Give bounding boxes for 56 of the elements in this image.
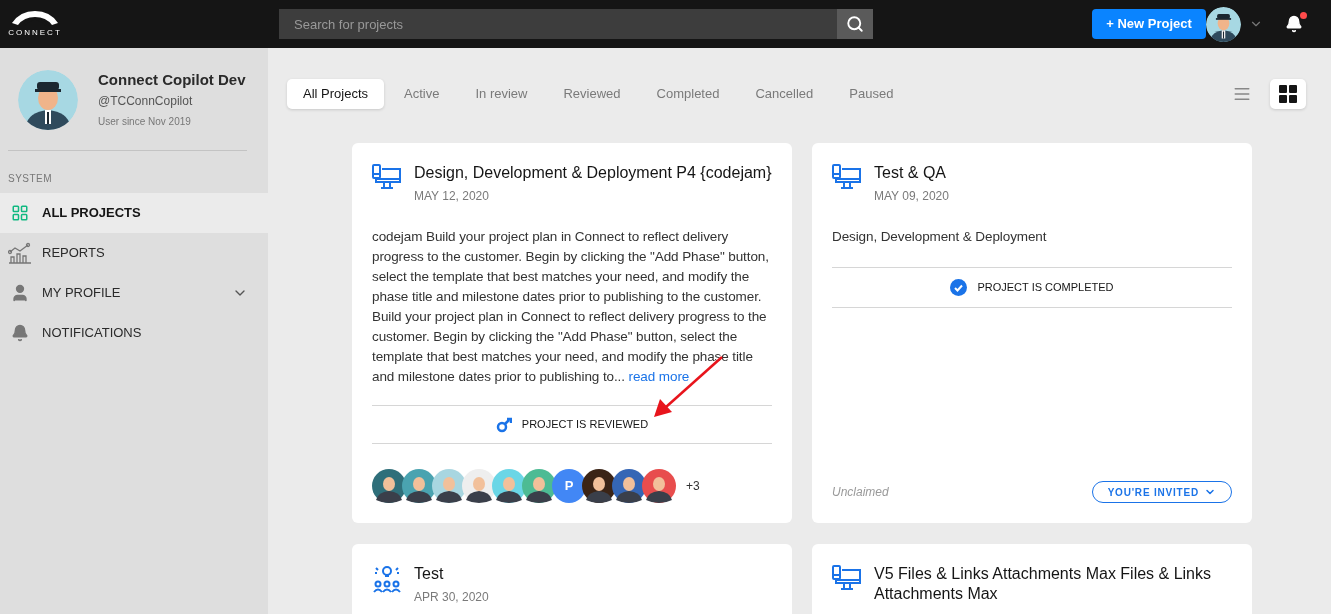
filter-tab[interactable]: All Projects bbox=[287, 79, 385, 109]
lightbulb-people-icon bbox=[372, 564, 402, 594]
project-card[interactable]: Test APR 30, 2020 bbox=[352, 544, 792, 614]
grid-view-button[interactable] bbox=[1270, 79, 1306, 109]
project-title[interactable]: Test & QA bbox=[874, 163, 949, 183]
bell-icon bbox=[11, 324, 29, 342]
filter-tab[interactable]: In review bbox=[459, 79, 544, 109]
avatar-initial: P bbox=[552, 469, 586, 503]
sidebar-item[interactable]: REPORTS bbox=[0, 233, 268, 273]
project-date: MAY 09, 2020 bbox=[874, 188, 949, 205]
user-avatar bbox=[1206, 6, 1241, 42]
filter-tab[interactable]: Active bbox=[388, 79, 456, 109]
grid-icon bbox=[1279, 85, 1297, 103]
sidebar-item[interactable]: MY PROFILE bbox=[0, 273, 268, 313]
user-since: User since Nov 2019 bbox=[98, 115, 192, 129]
sidebar-item-label: REPORTS bbox=[42, 244, 106, 263]
project-title[interactable]: Design, Development & Deployment P4 {codejam} bbox=[414, 163, 772, 183]
project-card[interactable]: Test & QA MAY 09, 2020 Design, Development & Deployment PROJECT IS COMPLETED Unclaimed YOU'RE INVITED bbox=[812, 143, 1252, 523]
sidebar-item[interactable]: NOTIFICATIONS bbox=[0, 313, 268, 353]
sidebar-item-label: MY PROFILE bbox=[42, 284, 122, 303]
logo-text: CONNECT bbox=[8, 27, 62, 39]
status-label: PROJECT IS REVIEWED bbox=[521, 417, 649, 433]
user-handle: @TCConnCopilot bbox=[98, 93, 194, 110]
filter-tab[interactable]: Cancelled bbox=[739, 79, 830, 109]
status-label: PROJECT IS COMPLETED bbox=[977, 280, 1114, 296]
filter-tab[interactable]: Completed bbox=[640, 79, 736, 109]
filter-tab[interactable]: Paused bbox=[833, 79, 910, 109]
grid-icon bbox=[11, 204, 29, 222]
more-members-count: +3 bbox=[686, 478, 700, 495]
project-description: codejam Build your project plan in Connect to reflect delivery progress to the customer. Begin by clicking the "Add Phase" button, select the template that best matches your need, and modify the phase title and milestone dates prior to publishing to the customer. Build your project plan in Connect to reflect delivery progress to the customer. Begin by clicking the "Add Phase" button, select the template that best matches your need, and modify the phase title and milestone dates prior to publishing to... read more bbox=[372, 228, 770, 386]
search-icon bbox=[846, 15, 864, 33]
project-date: APR 30, 2020 bbox=[414, 589, 489, 606]
sidebar-item-label: NOTIFICATIONS bbox=[42, 324, 143, 343]
project-card[interactable]: V5 Files & Links Attachments Max Files & Links Attachments Max bbox=[812, 544, 1252, 614]
project-date: MAY 12, 2020 bbox=[414, 188, 490, 205]
claim-status: Unclaimed bbox=[832, 484, 889, 501]
sidebar-item-label: ALL PROJECTS bbox=[42, 204, 142, 223]
check-circle-icon bbox=[950, 279, 968, 296]
search-field[interactable]: Search for projects bbox=[279, 9, 837, 39]
filter-tab[interactable]: Reviewed bbox=[547, 79, 637, 109]
person-icon bbox=[10, 283, 30, 303]
read-more-link[interactable]: read more bbox=[628, 369, 690, 384]
sidebar-item[interactable]: ALL PROJECTS bbox=[0, 193, 268, 233]
notifications-icon[interactable] bbox=[1285, 15, 1303, 33]
list-icon bbox=[1233, 85, 1251, 103]
section-label: SYSTEM bbox=[7, 172, 54, 186]
project-title[interactable]: Test bbox=[414, 564, 489, 584]
chart-icon bbox=[8, 242, 32, 264]
user-name: Connect Copilot Dev bbox=[98, 71, 246, 89]
project-title[interactable]: V5 Files & Links Attachments Max Files & Links Attachments Max bbox=[874, 564, 1232, 604]
search-button[interactable] bbox=[837, 9, 873, 39]
new-project-button[interactable]: + New Project bbox=[1092, 9, 1206, 39]
project-description: Design, Development & Deployment bbox=[832, 228, 1048, 246]
logo-icon bbox=[10, 9, 60, 27]
project-card[interactable] bbox=[352, 143, 792, 523]
profile-avatar bbox=[18, 70, 78, 130]
